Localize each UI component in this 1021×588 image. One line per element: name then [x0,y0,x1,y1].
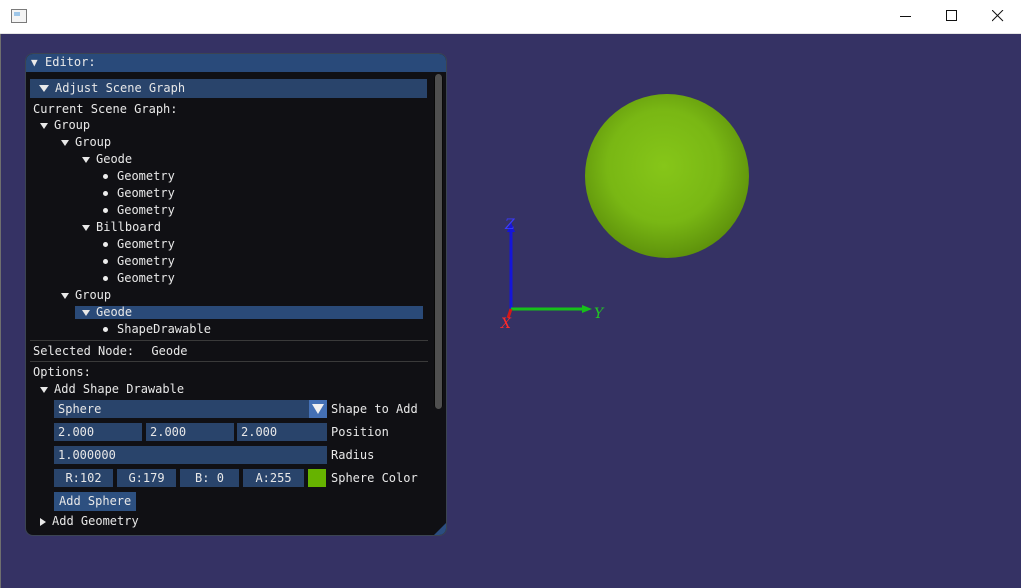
tree-item-label: Billboard [96,220,162,234]
color-r-input[interactable]: R:102 [54,469,113,487]
selected-node-label: Selected Node: [33,344,135,358]
minimize-icon [900,16,911,17]
expand-arrow-icon [61,292,69,299]
bullet-icon [103,242,108,247]
scrollbar-thumb[interactable] [435,74,442,409]
position-z-input[interactable]: 2.000 [237,423,327,441]
tree-item-label: Geometry [117,186,175,200]
tree-item-label: Geometry [117,271,175,285]
add-geometry-header[interactable]: Add Geometry [40,513,139,530]
tree-node-item[interactable]: Geode [82,151,132,168]
bullet-icon [103,174,108,179]
bullet-icon [103,259,108,264]
tree-leaf-item[interactable]: Geometry [103,236,175,253]
bullet-icon [103,191,108,196]
add-sphere-button[interactable]: Add Sphere [54,492,137,511]
minimize-button[interactable] [883,0,929,33]
window-titlebar [0,0,1021,34]
tree-node-item[interactable]: Billboard [82,219,161,236]
maximize-icon [946,10,957,21]
position-x-input[interactable]: 2.000 [54,423,142,441]
collapsed-arrow-icon [40,517,46,526]
add-geometry-label: Add Geometry [52,514,139,528]
tree-leaf-item[interactable]: Geometry [103,270,175,287]
tree-item-label: Geometry [117,203,175,217]
collapse-arrow-icon[interactable]: ▼ [31,56,38,69]
tree-item-label: Group [75,135,112,149]
tree-item-label: Geode [96,152,133,166]
shape-to-add-label: Shape to Add [331,402,418,416]
tree-leaf-item[interactable]: Geometry [103,253,175,270]
x-axis-label: X [500,316,512,332]
z-axis-label: Z [504,217,515,233]
y-axis-label: Y [594,306,605,322]
y-axis-arrow [582,305,592,313]
tree-item-label: Geometry [117,254,175,268]
tree-item-label: Group [54,118,91,132]
bullet-icon [103,276,108,281]
position-y-input[interactable]: 2.000 [146,423,234,441]
editor-title: Editor: [45,55,96,69]
tree-item-label: Geode [96,305,133,319]
current-scene-graph-label: Current Scene Graph: [33,102,178,116]
bullet-icon [103,208,108,213]
adjust-scene-graph-label: Adjust Scene Graph [55,81,186,95]
divider [30,340,428,341]
tree-leaf-item[interactable]: Geometry [103,168,175,185]
radius-label: Radius [331,448,375,462]
expand-arrow-icon [61,139,69,146]
position-label: Position [331,425,389,439]
editor-titlebar[interactable]: ▼ Editor: [26,54,446,72]
tree-item-label: Group [75,288,112,302]
close-icon [992,10,1004,22]
tree-leaf-item[interactable]: Geometry [103,185,175,202]
expand-arrow-icon [82,156,90,163]
color-g-input[interactable]: G:179 [117,469,176,487]
axis-gizmo: Z Y X [500,217,605,332]
radius-input[interactable]: 1.000000 [54,446,327,464]
bullet-icon [103,327,108,332]
tree-item-label: Geometry [117,169,175,183]
selected-node-row: Selected Node: Geode [33,343,188,360]
close-button[interactable] [975,0,1021,33]
expand-arrow-icon [40,386,48,393]
tree-item-label: ShapeDrawable [117,322,211,336]
add-shape-drawable-header[interactable]: Add Shape Drawable [40,381,184,398]
editor-scrollbar[interactable] [434,74,443,409]
shape-combo[interactable]: Sphere [54,400,309,418]
dropdown-arrow-icon[interactable] [309,400,327,418]
tree-node-item[interactable]: Geode [82,304,132,321]
resize-grip[interactable] [434,523,446,535]
editor-panel: Adjust Scene Graph Current Scene Graph: … [26,72,446,535]
tree-node-item[interactable]: Group [61,134,111,151]
expand-arrow-icon [82,309,90,316]
options-label: Options: [33,365,91,379]
tree-node-item[interactable]: Group [40,117,90,134]
sphere-color-label: Sphere Color [331,471,418,485]
expand-arrow-icon [82,224,90,231]
divider [30,361,428,362]
color-a-input[interactable]: A:255 [243,469,304,487]
tree-item-label: Geometry [117,237,175,251]
selected-node-value: Geode [151,344,188,358]
add-shape-drawable-label: Add Shape Drawable [54,382,185,396]
color-swatch[interactable] [308,469,326,487]
color-b-input[interactable]: B: 0 [180,469,239,487]
maximize-button[interactable] [929,0,975,33]
expand-arrow-icon [40,122,48,129]
tree-leaf-item[interactable]: Geometry [103,202,175,219]
tree-node-item[interactable]: Group [61,287,111,304]
expand-arrow-icon [39,85,49,92]
tree-leaf-item[interactable]: ShapeDrawable [103,321,211,338]
editor-window[interactable]: ▼ Editor: Adjust Scene Graph Current Sce… [26,54,446,535]
app-icon [11,9,27,23]
adjust-scene-graph-header[interactable]: Adjust Scene Graph [30,79,427,98]
